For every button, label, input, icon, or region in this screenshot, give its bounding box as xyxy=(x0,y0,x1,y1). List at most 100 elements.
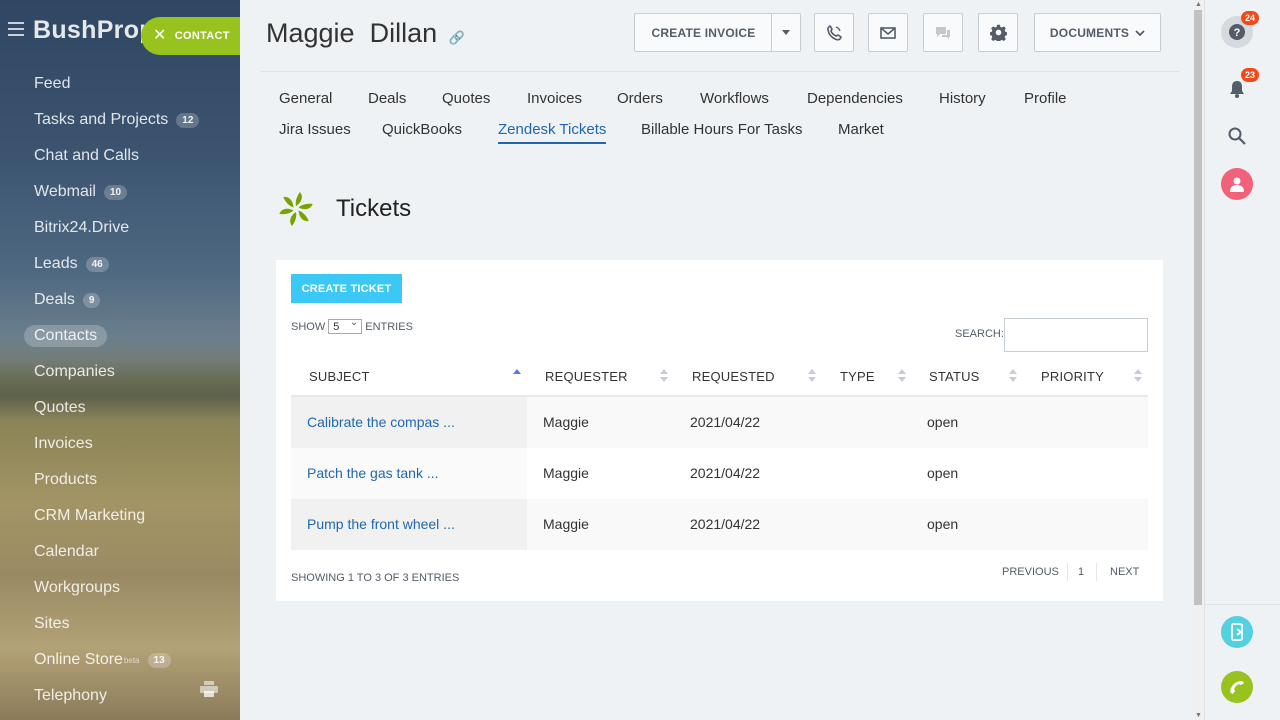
tab-workflows[interactable]: Workflows xyxy=(700,90,769,107)
sidebar-item-webmail[interactable]: Webmail 10 xyxy=(0,174,240,210)
print-icon[interactable] xyxy=(200,681,218,697)
sidebar-item-deals[interactable]: Deals 9 xyxy=(0,282,240,318)
sidebar-item-tasks-and-projects[interactable]: Tasks and Projects 12 xyxy=(0,102,240,138)
gear-icon xyxy=(989,24,1007,41)
beta-tag: beta xyxy=(123,655,140,665)
previous-page-button[interactable]: PREVIOUS xyxy=(1002,566,1059,578)
sort-icon[interactable] xyxy=(1009,368,1017,384)
edit-name-icon[interactable]: 🔗 xyxy=(449,30,465,45)
ticket-status: open xyxy=(927,465,959,481)
tab-billable-hours-for-tasks[interactable]: Billable Hours For Tasks xyxy=(641,121,802,138)
sidebar-item-label: Calendar xyxy=(34,543,99,560)
sort-icon[interactable] xyxy=(808,368,816,384)
tab-history[interactable]: History xyxy=(939,90,986,107)
sidebar-item-chat-and-calls[interactable]: Chat and Calls xyxy=(0,138,240,174)
chat-button[interactable] xyxy=(923,13,963,52)
scroll-down-arrow-icon[interactable]: ▼ xyxy=(1195,712,1202,719)
tab-quotes[interactable]: Quotes xyxy=(442,90,490,107)
search-label: SEARCH: xyxy=(955,328,1004,340)
header-divider xyxy=(260,71,1180,72)
create-ticket-button[interactable]: CREATE TICKET xyxy=(291,274,402,303)
sidebar-item-sites[interactable]: Sites xyxy=(0,606,240,642)
mobile-app-button[interactable] xyxy=(1221,616,1253,648)
column-header-priority[interactable]: PRIORITY xyxy=(1041,369,1104,384)
sidebar-item-bitrix24-drive[interactable]: Bitrix24.Drive xyxy=(0,210,240,246)
column-header-status[interactable]: STATUS xyxy=(929,369,980,384)
first-name[interactable]: Maggie xyxy=(266,18,355,48)
table-row: Patch the gas tank ... Maggie 2021/04/22 op… xyxy=(291,448,1148,499)
zendesk-logo-icon xyxy=(278,192,314,226)
call-button[interactable] xyxy=(814,13,854,52)
sidebar-item-leads[interactable]: Leads 46 xyxy=(0,246,240,282)
help-button[interactable]: ? 24 xyxy=(1221,11,1259,48)
tab-orders[interactable]: Orders xyxy=(617,90,663,107)
sidebar-item-count: 12 xyxy=(176,112,200,128)
settings-button[interactable] xyxy=(978,13,1018,52)
menu-toggle-icon[interactable] xyxy=(8,22,24,40)
create-invoice-dropdown-button[interactable] xyxy=(771,13,801,52)
sidebar-item-contacts[interactable]: Contacts xyxy=(0,318,240,354)
scrollbar-thumb[interactable] xyxy=(1194,10,1202,605)
ticket-requested: 2021/04/22 xyxy=(690,414,761,430)
last-name[interactable]: Dillan xyxy=(370,18,438,48)
sidebar-item-feed[interactable]: Feed xyxy=(0,66,240,102)
bell-icon xyxy=(1230,81,1244,98)
scroll-up-arrow-icon[interactable]: ▲ xyxy=(1195,1,1202,8)
sidebar-item-workgroups[interactable]: Workgroups xyxy=(0,570,240,606)
table-info: SHOWING 1 TO 3 OF 3 ENTRIES xyxy=(291,572,460,584)
column-header-type[interactable]: TYPE xyxy=(840,369,875,384)
phone-handset-icon xyxy=(1230,680,1244,694)
notifications-button[interactable]: 23 xyxy=(1221,68,1259,105)
tab-jira-issues[interactable]: Jira Issues xyxy=(279,121,351,138)
create-invoice-button[interactable]: CREATE INVOICE xyxy=(634,13,772,52)
tab-market[interactable]: Market xyxy=(838,121,884,138)
sidebar-item-label: Quotes xyxy=(34,399,86,416)
contact-close-button[interactable]: ✕ CONTACT xyxy=(141,17,240,55)
rightbar-divider xyxy=(1205,604,1280,605)
column-header-requester[interactable]: REQUESTER xyxy=(545,369,628,384)
telephony-button[interactable] xyxy=(1221,671,1253,703)
table-row: Pump the front wheel ... Maggie 2021/04/22… xyxy=(291,499,1148,550)
sidebar-item-label: Bitrix24.Drive xyxy=(34,219,130,236)
envelope-icon xyxy=(880,26,896,39)
sort-icon[interactable] xyxy=(513,368,521,384)
tab-quickbooks[interactable]: QuickBooks xyxy=(382,121,462,138)
sidebar-item-quotes[interactable]: Quotes xyxy=(0,390,240,426)
documents-button[interactable]: DOCUMENTS xyxy=(1034,13,1161,52)
sort-icon[interactable] xyxy=(898,368,906,384)
table-row: Calibrate the compas ... Maggie 2021/04/22… xyxy=(291,397,1148,448)
sidebar-item-online-store[interactable]: Online Store beta 13 xyxy=(0,642,240,678)
search-button[interactable] xyxy=(1221,120,1253,152)
tab-invoices[interactable]: Invoices xyxy=(527,90,582,107)
search-input[interactable] xyxy=(1004,318,1148,352)
column-header-subject[interactable]: SUBJECT xyxy=(309,369,370,384)
sidebar-item-count: 46 xyxy=(85,256,109,272)
sort-icon[interactable] xyxy=(660,368,668,384)
page-number-button[interactable]: 1 xyxy=(1078,566,1084,578)
sidebar-item-products[interactable]: Products xyxy=(0,462,240,498)
column-header-requested[interactable]: REQUESTED xyxy=(692,369,775,384)
ticket-subject-link[interactable]: Patch the gas tank ... xyxy=(307,465,439,481)
email-button[interactable] xyxy=(868,13,908,52)
ticket-requester: Maggie xyxy=(543,414,589,430)
ticket-subject-link[interactable]: Calibrate the compas ... xyxy=(307,414,455,430)
tab-zendesk-tickets[interactable]: Zendesk Tickets xyxy=(498,121,607,144)
sidebar-item-invoices[interactable]: Invoices xyxy=(0,426,240,462)
sidebar-item-label: Deals xyxy=(34,291,75,308)
tab-deals[interactable]: Deals xyxy=(368,90,406,107)
ticket-status: open xyxy=(927,414,959,430)
sidebar-item-calendar[interactable]: Calendar xyxy=(0,534,240,570)
sidebar-item-crm-marketing[interactable]: CRM Marketing xyxy=(0,498,240,534)
tickets-panel: CREATE TICKET SHOW 5 ENTRIES SEARCH: SUB… xyxy=(276,260,1163,601)
user-profile-button[interactable] xyxy=(1221,168,1253,200)
entries-select[interactable]: 5 xyxy=(328,317,363,334)
next-page-button[interactable]: NEXT xyxy=(1110,566,1139,578)
page-scrollbar[interactable]: ▲ ▼ xyxy=(1192,0,1204,720)
tab-general[interactable]: General xyxy=(279,90,332,107)
sidebar-item-companies[interactable]: Companies xyxy=(0,354,240,390)
sort-icon[interactable] xyxy=(1134,368,1142,384)
brand-logo[interactable]: BushProp xyxy=(33,16,155,45)
tab-profile[interactable]: Profile xyxy=(1024,90,1067,107)
tab-dependencies[interactable]: Dependencies xyxy=(807,90,903,107)
ticket-subject-link[interactable]: Pump the front wheel ... xyxy=(307,516,455,532)
